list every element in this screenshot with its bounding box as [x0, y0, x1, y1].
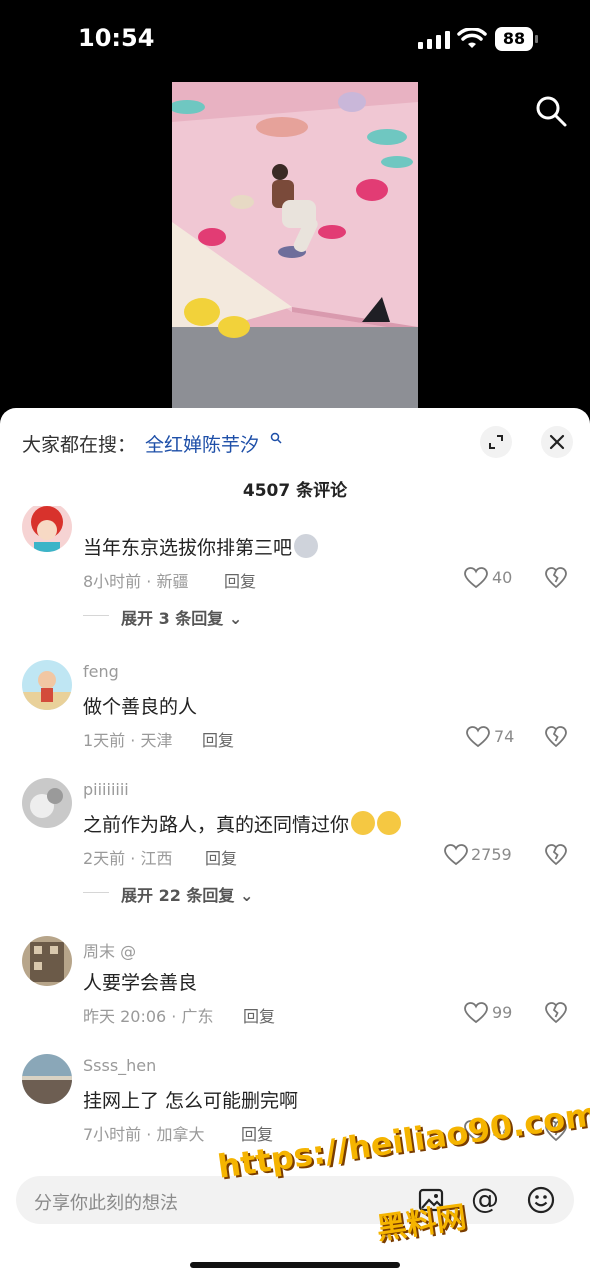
comment-text: 当年东京选拔你排第三吧: [83, 533, 319, 560]
video-player[interactable]: [172, 82, 418, 412]
broken-heart-icon[interactable]: [545, 844, 567, 866]
username[interactable]: Ssss_hen: [83, 1056, 156, 1075]
expand-button[interactable]: [480, 426, 512, 458]
hot-search-term[interactable]: 全红婵陈芋汐: [145, 430, 259, 457]
broken-heart-icon[interactable]: [545, 567, 567, 589]
comment-text: 之前作为路人，真的还同情过你: [83, 810, 402, 837]
avatar[interactable]: [22, 1054, 72, 1104]
expand-divider: [83, 892, 109, 893]
wifi-icon: [457, 28, 487, 48]
comment-list[interactable]: 当年东京选拔你排第三吧 8小时前 · 新疆 回复 40 展开 3 条回复 ⌄ f…: [0, 506, 590, 1166]
comment-meta: 7小时前 · 加拿大: [83, 1125, 205, 1144]
climbing-wall-image: [172, 82, 418, 412]
broken-heart-icon[interactable]: [545, 726, 567, 748]
comment-meta: 2天前 · 江西: [83, 849, 173, 868]
avatar[interactable]: [22, 506, 72, 552]
like-count: 2759: [471, 845, 512, 864]
expand-divider: [83, 615, 109, 616]
battery-level: 88: [502, 29, 526, 48]
crying-face-emoji-icon: [351, 811, 376, 835]
comment-text: 做个善良的人: [83, 696, 198, 718]
heart-icon[interactable]: [464, 567, 488, 589]
status-time: 10:54: [78, 24, 155, 52]
comment-meta: 昨天 20:06 · 广东: [83, 1007, 214, 1026]
like-count: 74: [494, 727, 515, 746]
username[interactable]: piiiiiiii: [83, 780, 129, 799]
reply-button[interactable]: 回复: [243, 1003, 275, 1027]
avatar[interactable]: [22, 778, 72, 828]
expand-replies-button[interactable]: 展开 3 条回复 ⌄: [121, 605, 242, 629]
heart-icon[interactable]: [466, 726, 490, 748]
close-icon: [549, 434, 565, 450]
comment-input-placeholder[interactable]: 分享你此刻的想法: [34, 1189, 178, 1215]
signal-icon: [418, 31, 450, 49]
comment-meta: 8小时前 · 新疆: [83, 572, 189, 591]
comment-meta: 1天前 · 天津: [83, 731, 173, 750]
search-icon: [270, 432, 282, 444]
chevron-down-icon: ⌄: [240, 886, 254, 905]
avatar[interactable]: [22, 936, 72, 986]
emoji-icon[interactable]: [527, 1186, 555, 1214]
comment-text: 挂网上了 怎么可能删完啊: [83, 1090, 299, 1112]
reply-button[interactable]: 回复: [205, 845, 237, 869]
battery-indicator: 88: [495, 27, 539, 51]
husky-emoji-icon: [294, 534, 319, 558]
hot-search-label: 大家都在搜：: [22, 434, 137, 456]
close-button[interactable]: [541, 426, 573, 458]
reply-button[interactable]: 回复: [224, 568, 256, 592]
expand-replies-button[interactable]: 展开 22 条回复 ⌄: [121, 882, 253, 906]
heart-icon[interactable]: [444, 844, 468, 866]
at-icon[interactable]: @: [471, 1182, 499, 1215]
crying-face-emoji-icon: [377, 811, 402, 835]
username[interactable]: feng: [83, 662, 119, 681]
broken-heart-icon[interactable]: [545, 1002, 567, 1024]
expand-icon: [489, 435, 503, 449]
username[interactable]: 周末 @: [83, 938, 136, 962]
like-count: 40: [492, 568, 513, 587]
chevron-down-icon: ⌄: [228, 609, 243, 628]
reply-button[interactable]: 回复: [202, 727, 234, 751]
search-icon[interactable]: [534, 94, 568, 128]
avatar[interactable]: [22, 660, 72, 710]
comment-count-title: 4507 条评论: [242, 481, 348, 501]
home-indicator: [190, 1262, 400, 1268]
heart-icon[interactable]: [464, 1002, 488, 1024]
like-count: 99: [492, 1003, 513, 1022]
comment-text: 人要学会善良: [83, 972, 198, 994]
